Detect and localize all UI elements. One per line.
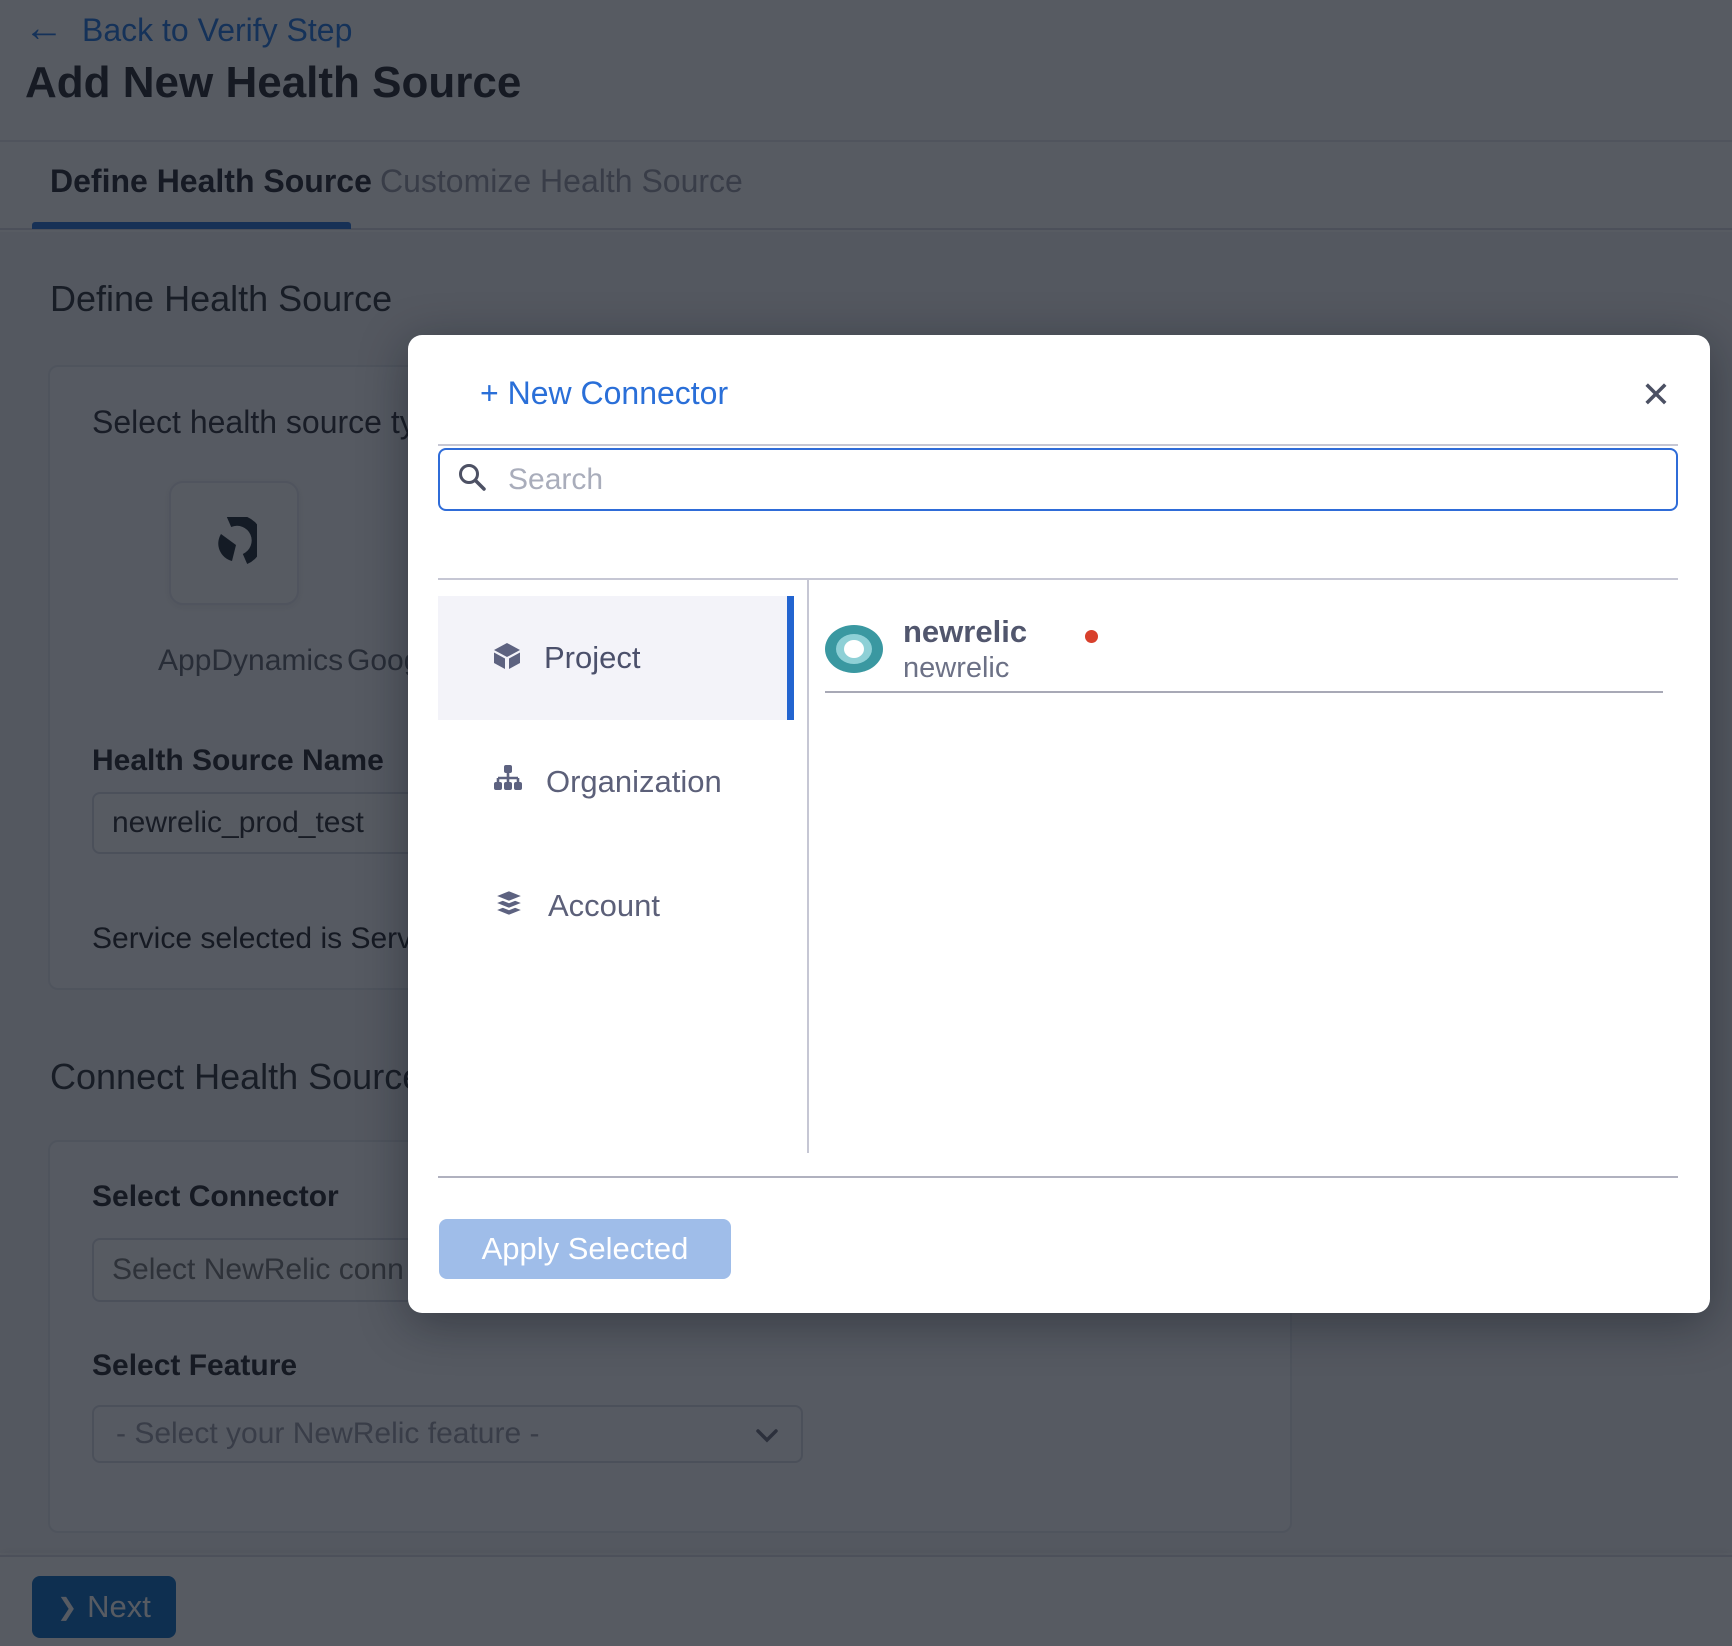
modal-header-divider — [438, 444, 1678, 446]
sitemap-icon — [492, 764, 524, 801]
scope-label: Project — [544, 640, 640, 676]
scope-item-organization[interactable]: Organization — [438, 720, 787, 844]
connector-id: newrelic — [903, 652, 1027, 685]
modal-footer-divider — [438, 1176, 1678, 1178]
apply-selected-button[interactable]: Apply Selected — [439, 1219, 731, 1279]
scope-item-project[interactable]: Project — [438, 596, 787, 720]
connector-row-divider — [825, 691, 1663, 693]
status-dot-icon — [1085, 630, 1098, 643]
search-icon — [456, 461, 488, 498]
new-connector-link[interactable]: + New Connector — [480, 375, 728, 412]
cube-icon — [492, 642, 522, 675]
search-input[interactable] — [506, 462, 1660, 498]
screen: ← Back to Verify Step Add New Health Sou… — [0, 0, 1732, 1646]
connector-item-newrelic[interactable]: newrelic newrelic — [825, 605, 1671, 693]
list-top-divider — [438, 578, 1678, 580]
sidebar-list-divider — [807, 578, 809, 1153]
newrelic-logo-icon — [825, 625, 883, 673]
active-scope-indicator — [787, 596, 794, 720]
layers-icon — [492, 887, 526, 925]
connector-name: newrelic — [903, 614, 1027, 650]
scope-item-account[interactable]: Account — [438, 844, 787, 968]
close-icon[interactable]: ✕ — [1632, 371, 1680, 419]
search-box[interactable] — [438, 448, 1678, 511]
scope-label: Account — [548, 888, 660, 924]
connector-select-modal: + New Connector ✕ Project — [408, 335, 1710, 1313]
scope-label: Organization — [546, 764, 722, 800]
